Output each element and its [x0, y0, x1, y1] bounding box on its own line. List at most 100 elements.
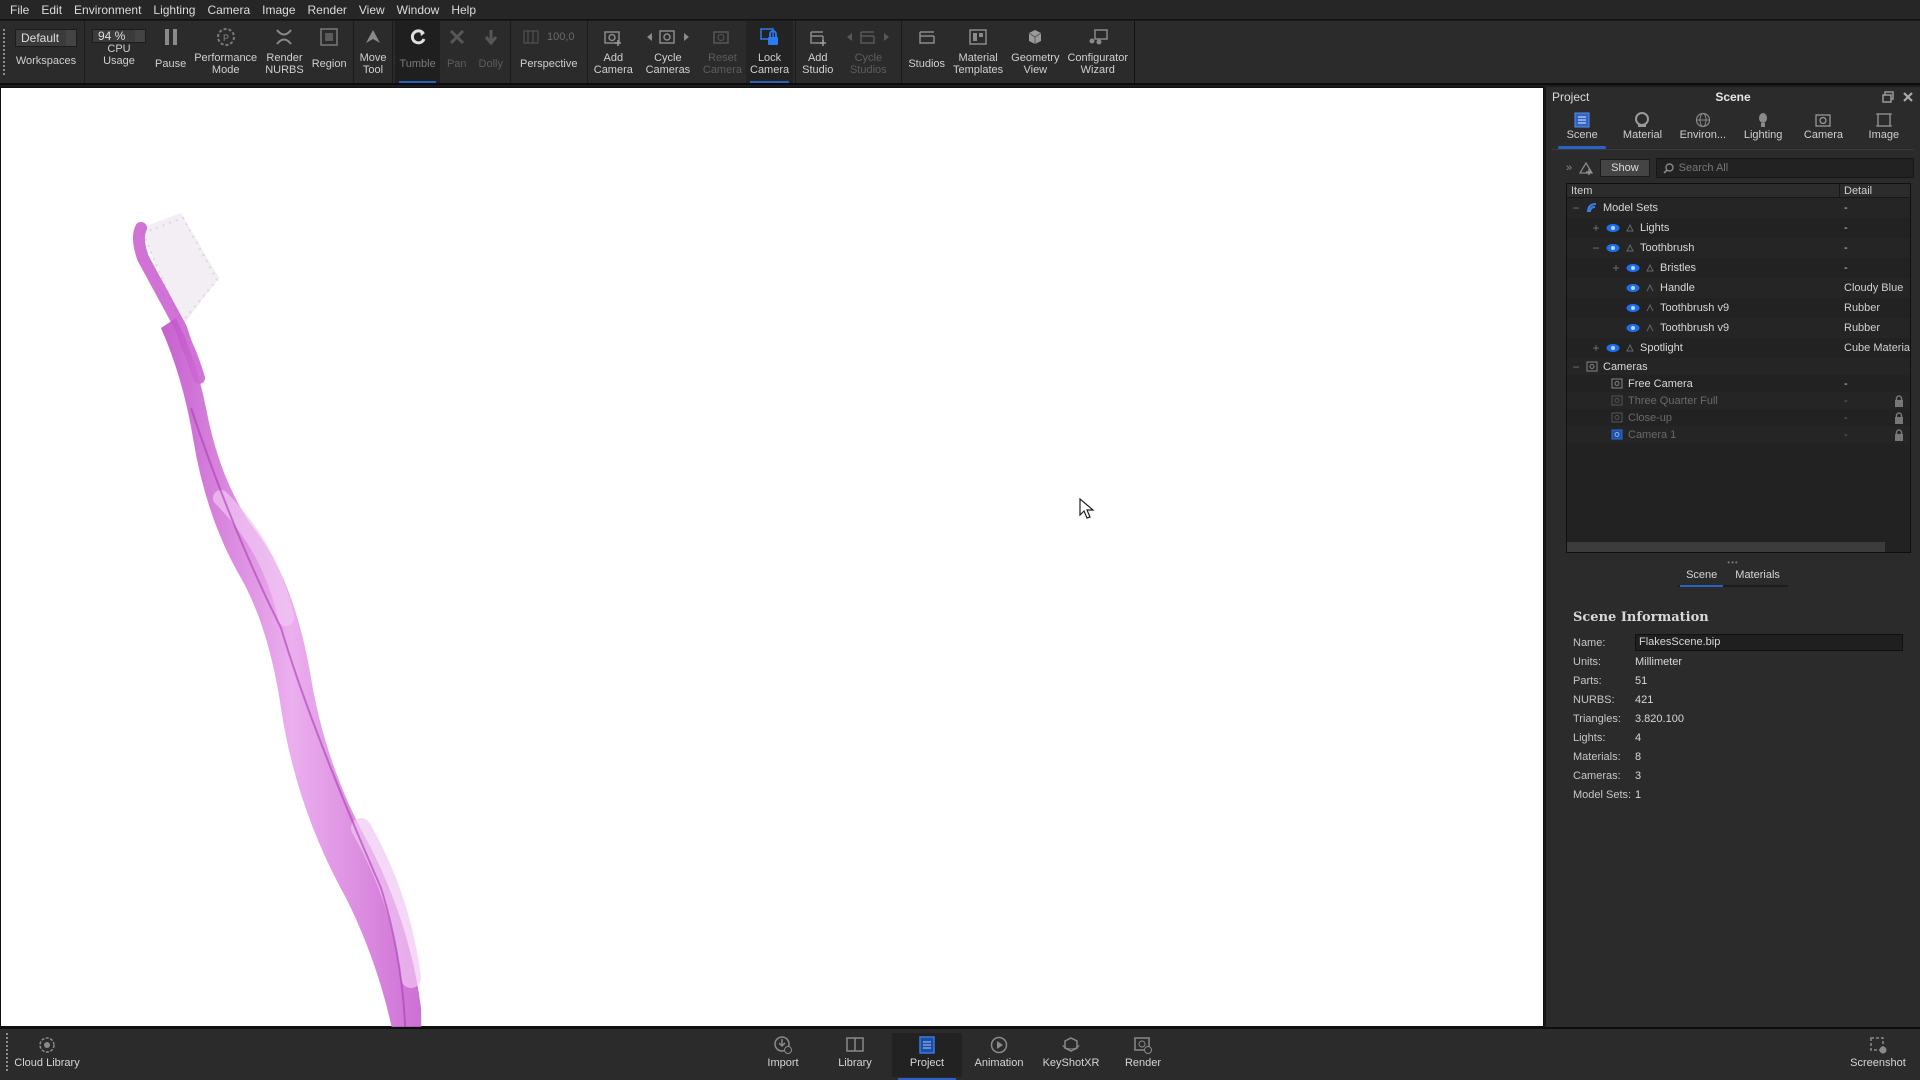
library-button[interactable]: Library	[820, 1033, 890, 1077]
workspaces-group: Default Workspaces	[8, 21, 85, 83]
screenshot-button[interactable]: Screenshot	[1842, 1033, 1914, 1077]
performance-group: 94 % CPU Usage Pause P Performance Mode …	[85, 21, 354, 83]
menu-camera[interactable]: Camera	[201, 0, 256, 20]
info-row-model-sets: Model Sets: 1	[1573, 788, 1642, 801]
close-icon[interactable]	[1902, 91, 1914, 103]
add-camera-button[interactable]: Add Camera	[590, 21, 637, 83]
subtab-scene[interactable]: Scene	[1680, 569, 1724, 587]
workspaces-dropdown[interactable]: Default	[15, 29, 77, 47]
region-button[interactable]: Region	[308, 21, 351, 83]
menu-lighting[interactable]: Lighting	[147, 0, 201, 20]
lock-camera-button[interactable]: Lock Camera	[746, 21, 794, 83]
visibility-eye-icon[interactable]	[1626, 283, 1640, 293]
move-tool-button[interactable]: Move Tool	[356, 21, 391, 83]
reset-camera-button[interactable]: Reset Camera	[699, 21, 746, 83]
project-button[interactable]: Project	[892, 1033, 962, 1080]
tab-camera[interactable]: Camera	[1793, 109, 1853, 145]
menu-window[interactable]: Window	[391, 0, 446, 20]
panel-subtabs: ••• Scene Materials	[1546, 559, 1920, 587]
menu-environment[interactable]: Environment	[68, 0, 147, 20]
studios-button[interactable]: Studios	[904, 21, 949, 83]
bottom-bar-drag-handle[interactable]	[6, 1033, 9, 1075]
link-icon	[1626, 243, 1634, 252]
tree-row-toothbrush[interactable]: − Toothbrush -	[1567, 238, 1910, 258]
material-templates-button[interactable]: Material Templates	[949, 21, 1007, 83]
scene-name-field[interactable]: FlakesScene.bip	[1635, 634, 1903, 651]
tree-row-handle[interactable]: Handle Cloudy Blue	[1567, 278, 1910, 298]
lock-icon[interactable]	[1894, 428, 1904, 441]
visibility-eye-icon[interactable]	[1606, 243, 1620, 253]
cloud-library-button[interactable]: Cloud Library	[12, 1033, 82, 1077]
toolbar-drag-handle[interactable]	[0, 21, 8, 83]
horizontal-scrollbar[interactable]	[1567, 542, 1885, 552]
tree-row-camera-1[interactable]: Camera 1 -	[1567, 426, 1910, 443]
pan-button[interactable]: Pan	[440, 21, 474, 83]
undock-icon[interactable]	[1882, 91, 1894, 103]
tree-row-lights[interactable]: + Lights -	[1567, 218, 1910, 238]
tree-row-close-up[interactable]: Close-up -	[1567, 409, 1910, 426]
tab-image[interactable]: Image	[1854, 109, 1914, 145]
cycle-studios-button[interactable]: Cycle Studios	[837, 21, 899, 83]
toothbrush-model[interactable]	[121, 208, 521, 1080]
tree-row-toothbrush-v9[interactable]: Toothbrush v9 Rubber	[1567, 298, 1910, 318]
menu-help[interactable]: Help	[445, 0, 482, 20]
visibility-eye-icon[interactable]	[1626, 323, 1640, 333]
pause-button[interactable]: Pause	[151, 21, 190, 83]
cycle-cameras-button[interactable]: Cycle Cameras	[637, 21, 699, 83]
expand-toggle[interactable]: +	[1611, 261, 1621, 275]
tab-scene[interactable]: Scene	[1552, 109, 1612, 149]
collapse-toggle[interactable]: −	[1571, 201, 1581, 215]
visibility-eye-icon[interactable]	[1626, 303, 1640, 313]
visibility-eye-icon[interactable]	[1606, 343, 1620, 353]
menu-view[interactable]: View	[353, 0, 391, 20]
keyshotxr-button[interactable]: KeyShotXR	[1036, 1033, 1106, 1077]
expand-toggle[interactable]: +	[1591, 341, 1601, 355]
field-of-view-value[interactable]: 100,0	[547, 31, 575, 43]
column-detail[interactable]: Detail	[1840, 184, 1910, 197]
splitter-handle[interactable]: •••	[1546, 559, 1920, 567]
subtab-materials[interactable]: Materials	[1729, 569, 1786, 581]
render-nurbs-button[interactable]: Render NURBS	[261, 21, 308, 83]
visibility-eye-icon[interactable]	[1626, 263, 1640, 273]
column-item[interactable]: Item	[1567, 184, 1840, 197]
tab-environment[interactable]: Environ...	[1673, 109, 1733, 145]
animation-button[interactable]: Animation	[964, 1033, 1034, 1077]
camera-icon	[1586, 361, 1598, 372]
lock-icon[interactable]	[1894, 411, 1904, 424]
tree-row-free-camera[interactable]: Free Camera -	[1567, 375, 1910, 392]
add-studio-button[interactable]: Add Studio	[798, 21, 837, 83]
collapse-toggle[interactable]: −	[1571, 360, 1581, 374]
render-viewport[interactable]	[0, 87, 1544, 1078]
performance-mode-button[interactable]: P Performance Mode	[190, 21, 261, 83]
collapse-toggle[interactable]: −	[1591, 241, 1601, 255]
link-icon	[1626, 223, 1634, 232]
search-placeholder: Search All	[1678, 162, 1729, 174]
tree-row-cameras[interactable]: − Cameras	[1567, 358, 1910, 375]
add-model-set-icon[interactable]	[1578, 161, 1594, 175]
import-button[interactable]: Import	[748, 1033, 818, 1077]
tree-row-toothbrush-v9[interactable]: Toothbrush v9 Rubber	[1567, 318, 1910, 338]
workspaces-label: Workspaces	[15, 55, 77, 67]
cpu-usage-dropdown[interactable]: 94 %	[92, 29, 146, 43]
tree-row-spotlight[interactable]: + Spotlight Cube Material	[1567, 338, 1910, 358]
render-button[interactable]: Render	[1108, 1033, 1178, 1077]
menu-edit[interactable]: Edit	[35, 0, 68, 20]
dolly-button[interactable]: Dolly	[474, 21, 508, 83]
visibility-eye-icon[interactable]	[1606, 223, 1620, 233]
tree-row-model-sets[interactable]: − Model Sets -	[1567, 198, 1910, 218]
geometry-view-button[interactable]: Geometry View	[1007, 21, 1063, 83]
tree-row-three-quarter-full[interactable]: Three Quarter Full -	[1567, 392, 1910, 409]
tab-material[interactable]: Material	[1612, 109, 1672, 145]
show-button[interactable]: Show	[1600, 159, 1650, 177]
configurator-wizard-button[interactable]: Configurator Wizard	[1063, 21, 1132, 83]
menu-image[interactable]: Image	[256, 0, 301, 20]
search-input[interactable]: Search All	[1655, 158, 1914, 178]
lock-icon[interactable]	[1894, 394, 1904, 407]
tree-row-bristles[interactable]: + Bristles -	[1567, 258, 1910, 278]
tumble-button[interactable]: Tumble	[395, 21, 440, 83]
menu-file[interactable]: File	[4, 0, 35, 20]
menu-render[interactable]: Render	[302, 0, 353, 20]
expand-toggle[interactable]: +	[1591, 221, 1601, 235]
tab-lighting[interactable]: Lighting	[1733, 109, 1793, 145]
expand-all-icon[interactable]: »	[1566, 162, 1572, 174]
